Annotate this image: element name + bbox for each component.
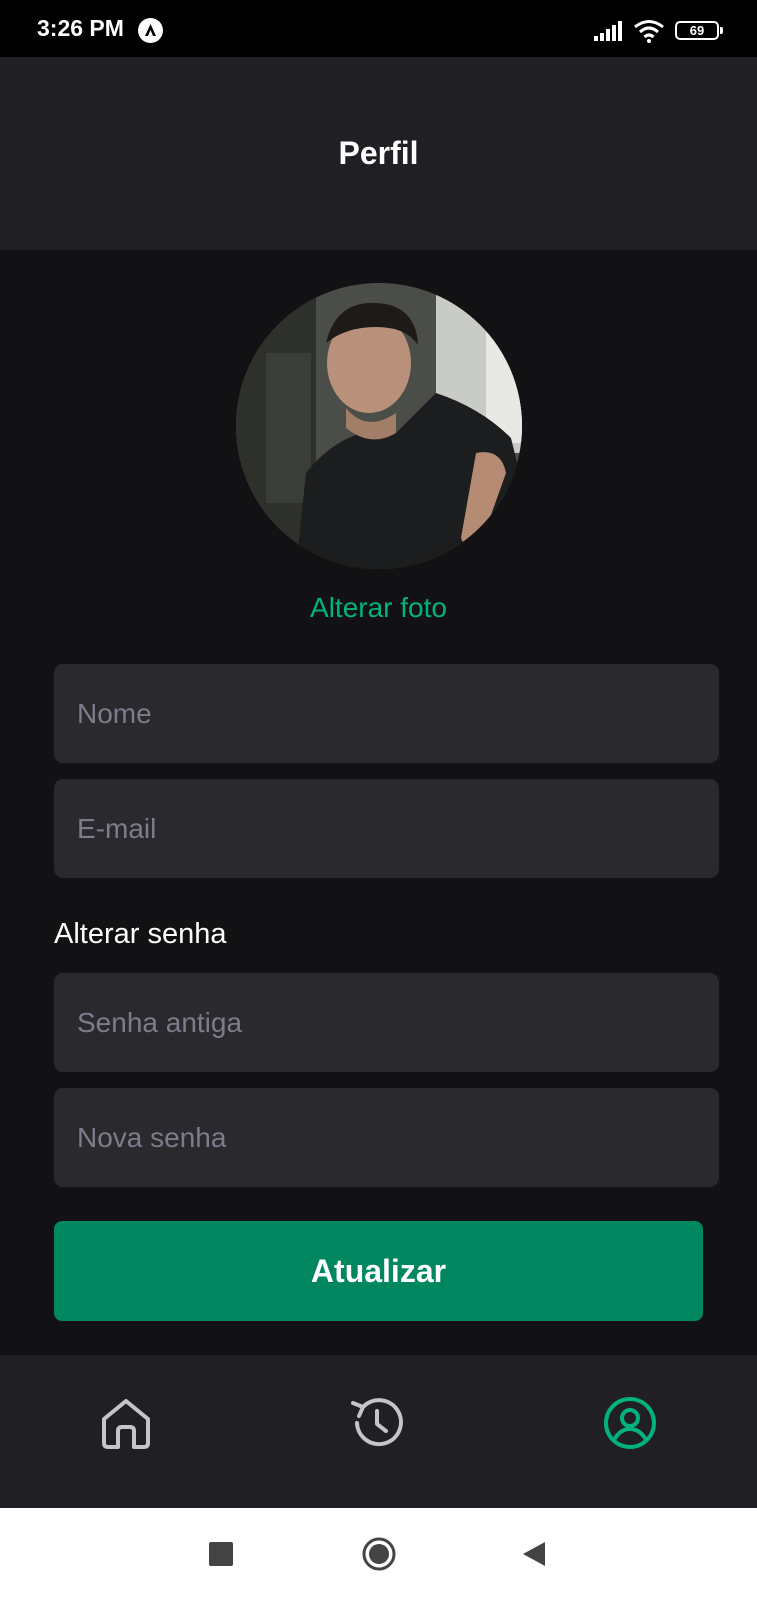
status-time: 3:26 PM — [37, 15, 124, 41]
tab-bar — [0, 1355, 757, 1508]
update-button[interactable]: Atualizar — [54, 1221, 703, 1321]
system-back-button[interactable] — [516, 1536, 552, 1572]
tab-home[interactable] — [94, 1391, 158, 1455]
header: Perfil — [0, 57, 757, 250]
wifi-icon — [634, 20, 664, 43]
email-input[interactable] — [54, 779, 719, 878]
tab-profile[interactable] — [598, 1391, 662, 1455]
tab-history[interactable] — [345, 1391, 409, 1455]
circle-icon — [362, 1537, 396, 1571]
status-bar: 3:26 PM 69 — [0, 0, 757, 57]
new-password-input[interactable] — [54, 1088, 719, 1187]
old-password-input[interactable] — [54, 973, 719, 1072]
page-title: Perfil — [338, 135, 419, 171]
name-input[interactable] — [54, 664, 719, 763]
change-photo-link[interactable]: Alterar foto — [0, 592, 757, 624]
recents-button[interactable] — [203, 1536, 239, 1572]
history-icon — [351, 1398, 403, 1447]
password-section-label: Alterar senha — [54, 918, 227, 950]
battery-icon: 69 — [675, 21, 723, 40]
avatar-photo — [236, 283, 522, 569]
user-circle-icon — [604, 1397, 656, 1449]
system-home-button[interactable] — [361, 1536, 397, 1572]
signal-icon — [594, 21, 622, 41]
square-icon — [209, 1542, 233, 1566]
back-triangle-icon — [523, 1542, 545, 1566]
system-nav-bar — [0, 1508, 757, 1600]
avatar — [236, 283, 522, 569]
app-notification-icon — [138, 18, 163, 43]
battery-level: 69 — [689, 23, 705, 38]
home-icon — [102, 1399, 150, 1449]
